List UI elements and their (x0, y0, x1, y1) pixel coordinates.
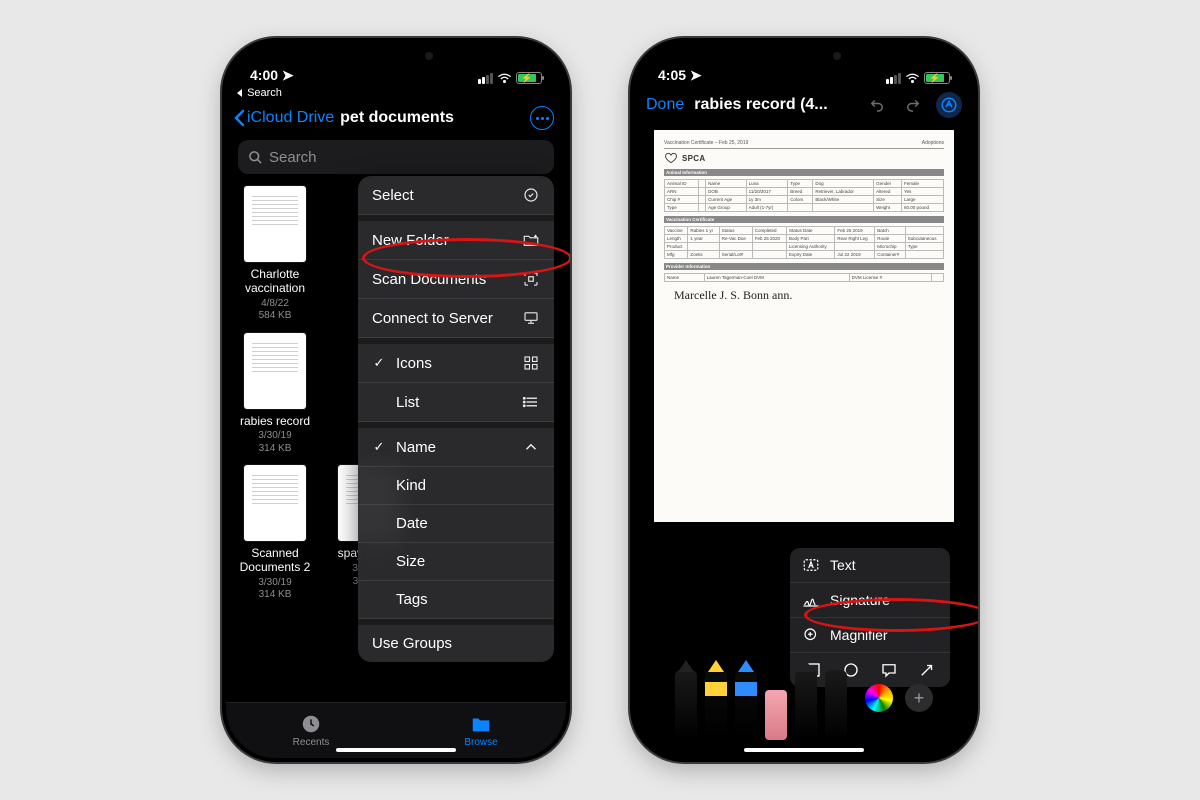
file-thumb (244, 186, 306, 262)
select-circle-icon (522, 186, 540, 204)
grid-icon (522, 354, 540, 372)
undo-button[interactable] (864, 92, 890, 118)
status-time: 4:00 (250, 67, 278, 83)
file-size: 314 KB (236, 443, 314, 456)
wifi-icon (497, 73, 512, 84)
notch (729, 42, 879, 70)
file-size: 584 KB (236, 310, 314, 323)
color-picker[interactable] (865, 684, 893, 712)
menu-scan-documents[interactable]: Scan Documents (358, 260, 554, 299)
file-name: rabies record (236, 415, 314, 429)
chevron-up-icon (522, 438, 540, 456)
menu-magnifier[interactable]: Magnifier (790, 618, 950, 653)
menu-sort-date[interactable]: Date (358, 505, 554, 543)
scanned-document: Vaccination Certificate – Feb 25, 2019Ad… (654, 130, 954, 522)
menu-connect-server[interactable]: Connect to Server (358, 299, 554, 338)
menu-label: Magnifier (830, 627, 888, 643)
file-thumb (244, 465, 306, 541)
menu-sort-size[interactable]: Size (358, 543, 554, 581)
pencil-tool[interactable] (735, 670, 757, 740)
clock-icon (300, 713, 322, 735)
folder-title: pet documents (340, 109, 454, 127)
file-thumb (244, 333, 306, 409)
back-label: iCloud Drive (247, 109, 334, 127)
file-name: Charlotte vaccination (236, 268, 314, 296)
markup-toggle[interactable] (936, 92, 962, 118)
lasso-tool[interactable] (795, 670, 817, 740)
iphone-left: 4:00 ➤ ⚡ Search iCloud Drive pet doc (222, 38, 570, 762)
file-item[interactable]: Scanned Documents 2 3/30/19 314 KB (236, 465, 314, 602)
menu-new-folder[interactable]: New Folder (358, 221, 554, 260)
done-button[interactable]: Done (646, 96, 684, 114)
back-button[interactable]: iCloud Drive (234, 109, 334, 127)
spca-heart-icon (664, 151, 678, 165)
menu-select[interactable]: Select (358, 176, 554, 215)
scan-icon (522, 270, 540, 288)
home-indicator[interactable] (336, 748, 456, 752)
file-item[interactable]: rabies record 3/30/19 314 KB (236, 333, 314, 456)
context-menu: Select New Folder Scan Documents Connect… (358, 176, 554, 662)
add-button[interactable]: + (905, 684, 933, 712)
markup-toolbar: Done rabies record (4... (634, 86, 974, 124)
menu-sort-kind[interactable]: Kind (358, 467, 554, 505)
status-time: 4:05 (658, 67, 686, 83)
location-arrow-icon: ➤ (282, 67, 294, 83)
document-viewport[interactable]: Vaccination Certificate – Feb 25, 2019Ad… (634, 124, 974, 548)
nav-bar: iCloud Drive pet documents (226, 100, 566, 136)
eraser-tool[interactable] (765, 690, 787, 740)
file-date: 3/30/19 (236, 577, 314, 590)
menu-signature[interactable]: Signature (790, 583, 950, 618)
file-name: Scanned Documents 2 (236, 547, 314, 575)
redo-button[interactable] (900, 92, 926, 118)
menu-list-view[interactable]: List (358, 383, 554, 422)
tab-label: Recents (293, 737, 330, 748)
search-placeholder: Search (269, 149, 317, 166)
menu-sort-name[interactable]: ✓Name (358, 428, 554, 467)
menu-use-groups[interactable]: Use Groups (358, 625, 554, 662)
notch (321, 42, 471, 70)
iphone-right: 4:05 ➤ ⚡ Done rabies record (4... (630, 38, 978, 762)
back-to-app[interactable]: Search (226, 86, 566, 100)
battery-charging-icon: ⚡ (924, 72, 950, 84)
menu-sort-tags[interactable]: Tags (358, 581, 554, 619)
handwritten-signature: Marcelle J. S. Bonn ann. (674, 288, 944, 303)
org-name: SPCA (682, 154, 705, 163)
ruler-tool[interactable] (825, 670, 847, 740)
menu-label: Text (830, 557, 856, 573)
menu-label: Signature (830, 592, 890, 608)
file-date: 4/8/22 (236, 298, 314, 311)
folder-plus-icon (522, 231, 540, 249)
list-icon (522, 393, 540, 411)
file-item[interactable]: Charlotte vaccination 4/8/22 584 KB (236, 186, 314, 323)
cellular-bars-icon (886, 73, 901, 84)
server-icon (522, 309, 540, 327)
pen-tool[interactable] (675, 670, 697, 740)
signature-icon (802, 591, 820, 609)
search-icon (248, 150, 263, 165)
document-title: rabies record (4... (694, 96, 854, 114)
menu-text[interactable]: Text (790, 548, 950, 583)
cellular-bars-icon (478, 73, 493, 84)
menu-icons-view[interactable]: ✓Icons (358, 344, 554, 383)
highlighter-tool[interactable] (705, 670, 727, 740)
checkmark-icon: ✓ (372, 439, 386, 455)
magnifier-icon (802, 626, 820, 644)
battery-charging-icon: ⚡ (516, 72, 542, 84)
wifi-icon (905, 73, 920, 84)
text-box-icon (802, 556, 820, 574)
folder-icon (470, 713, 492, 735)
file-date: 3/30/19 (236, 430, 314, 443)
more-button[interactable] (530, 106, 554, 130)
drawing-tools: + (634, 656, 974, 740)
search-field[interactable]: Search (238, 140, 554, 174)
checkmark-icon: ✓ (372, 355, 386, 371)
file-size: 314 KB (236, 589, 314, 602)
tab-label: Browse (464, 737, 497, 748)
location-arrow-icon: ➤ (690, 67, 702, 83)
home-indicator[interactable] (744, 748, 864, 752)
